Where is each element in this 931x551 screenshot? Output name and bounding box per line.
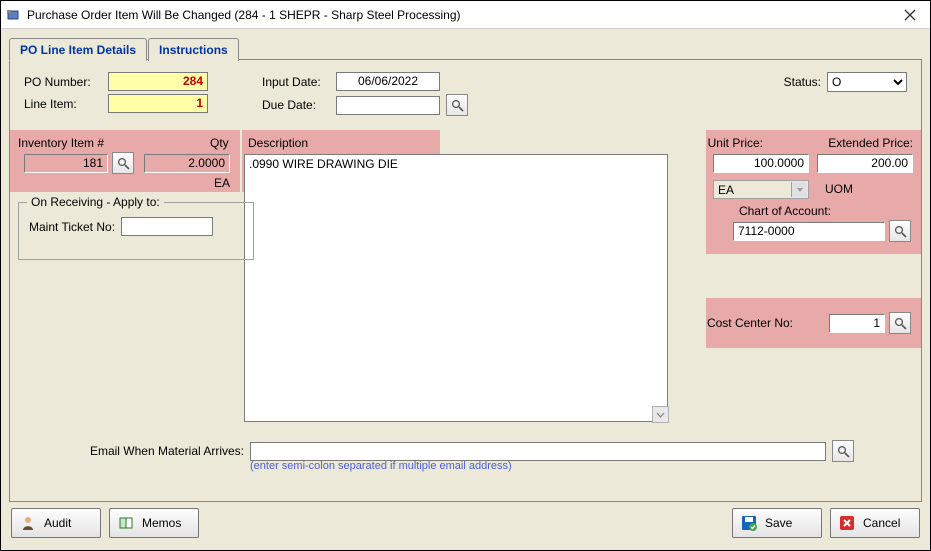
row-po-number: PO Number: 284: [24, 72, 208, 91]
uom-select: EA: [713, 180, 809, 199]
coa-label: Chart of Account:: [739, 204, 831, 218]
input-date-value: 06/06/2022: [336, 72, 440, 91]
cancel-icon: [837, 513, 857, 533]
input-date-label: Input Date:: [262, 75, 330, 89]
cost-center-value[interactable]: 1: [829, 314, 885, 333]
due-date-label: Due Date:: [262, 98, 330, 112]
footer: Audit Memos Save Cancel: [9, 502, 922, 544]
close-button[interactable]: [894, 4, 926, 26]
row-email: Email When Material Arrives:: [80, 440, 854, 462]
tab-po-line-item-details[interactable]: PO Line Item Details: [9, 38, 147, 61]
memos-icon: [116, 513, 136, 533]
status-label: Status:: [784, 75, 821, 89]
due-date-lookup-button[interactable]: [446, 94, 468, 116]
line-item-label: Line Item:: [24, 97, 102, 111]
audit-label: Audit: [44, 516, 71, 530]
tab-strip: PO Line Item Details Instructions: [9, 38, 240, 61]
row-status: Status: O: [784, 72, 907, 92]
inventory-item-value[interactable]: 181: [24, 154, 108, 173]
unit-price-value[interactable]: 100.0000: [713, 154, 809, 173]
uom-select-value: EA: [718, 183, 734, 197]
maint-ticket-label: Maint Ticket No:: [29, 220, 115, 234]
memos-label: Memos: [142, 516, 181, 530]
memos-button[interactable]: Memos: [109, 508, 199, 538]
window-body: PO Line Item Details Instructions PO Num…: [1, 29, 930, 550]
chevron-down-icon: [791, 182, 807, 197]
email-label: Email When Material Arrives:: [80, 444, 244, 458]
description-textarea[interactable]: [244, 154, 668, 422]
tab-instructions[interactable]: Instructions: [148, 38, 239, 61]
cost-center-label: Cost Center No:: [707, 316, 793, 330]
po-number-value: 284: [108, 72, 208, 91]
cancel-label: Cancel: [863, 516, 900, 530]
audit-button[interactable]: Audit: [11, 508, 101, 538]
cancel-button[interactable]: Cancel: [830, 508, 920, 538]
description-scroll-handle[interactable]: [652, 406, 669, 423]
coa-lookup-button[interactable]: [889, 220, 911, 242]
on-receiving-group: On Receiving - Apply to: Maint Ticket No…: [18, 202, 254, 260]
coa-value[interactable]: 7112-0000: [733, 222, 885, 241]
cost-center-lookup-button[interactable]: [889, 312, 911, 334]
email-input[interactable]: [250, 442, 826, 461]
status-select[interactable]: O: [827, 72, 907, 92]
due-date-input[interactable]: [336, 96, 440, 115]
inventory-item-lookup-button[interactable]: [112, 152, 134, 174]
line-item-value: 1: [108, 94, 208, 113]
description-label: Description: [248, 136, 308, 150]
po-number-label: PO Number:: [24, 75, 102, 89]
audit-icon: [18, 513, 38, 533]
row-line-item: Line Item: 1: [24, 94, 208, 113]
titlebar: Purchase Order Item Will Be Changed (284…: [1, 1, 930, 29]
window-title: Purchase Order Item Will Be Changed (284…: [27, 8, 894, 22]
inventory-item-label: Inventory Item #: [18, 136, 104, 150]
email-hint: (enter semi-colon separated if multiple …: [250, 460, 512, 472]
row-input-date: Input Date: 06/06/2022: [262, 72, 440, 91]
unit-price-label: Unit Price:: [708, 136, 763, 150]
window: Purchase Order Item Will Be Changed (284…: [0, 0, 931, 551]
panel-content: PO Number: 284 Line Item: 1 Input Date: …: [10, 60, 921, 501]
save-label: Save: [765, 516, 792, 530]
row-due-date: Due Date:: [262, 94, 468, 116]
qty-uom: EA: [214, 176, 230, 190]
uom-label: UOM: [825, 182, 853, 196]
email-lookup-button[interactable]: [832, 440, 854, 462]
qty-value[interactable]: 2.0000: [144, 154, 230, 173]
maint-ticket-input[interactable]: [121, 217, 213, 236]
app-icon: [5, 7, 21, 23]
on-receiving-legend: On Receiving - Apply to:: [27, 195, 164, 209]
ext-price-label: Extended Price:: [828, 136, 913, 150]
ext-price-value: 200.00: [817, 154, 913, 173]
save-icon: [739, 513, 759, 533]
qty-label: Qty: [210, 136, 229, 150]
save-button[interactable]: Save: [732, 508, 822, 538]
tab-panel: PO Line Item Details Instructions PO Num…: [9, 59, 922, 502]
